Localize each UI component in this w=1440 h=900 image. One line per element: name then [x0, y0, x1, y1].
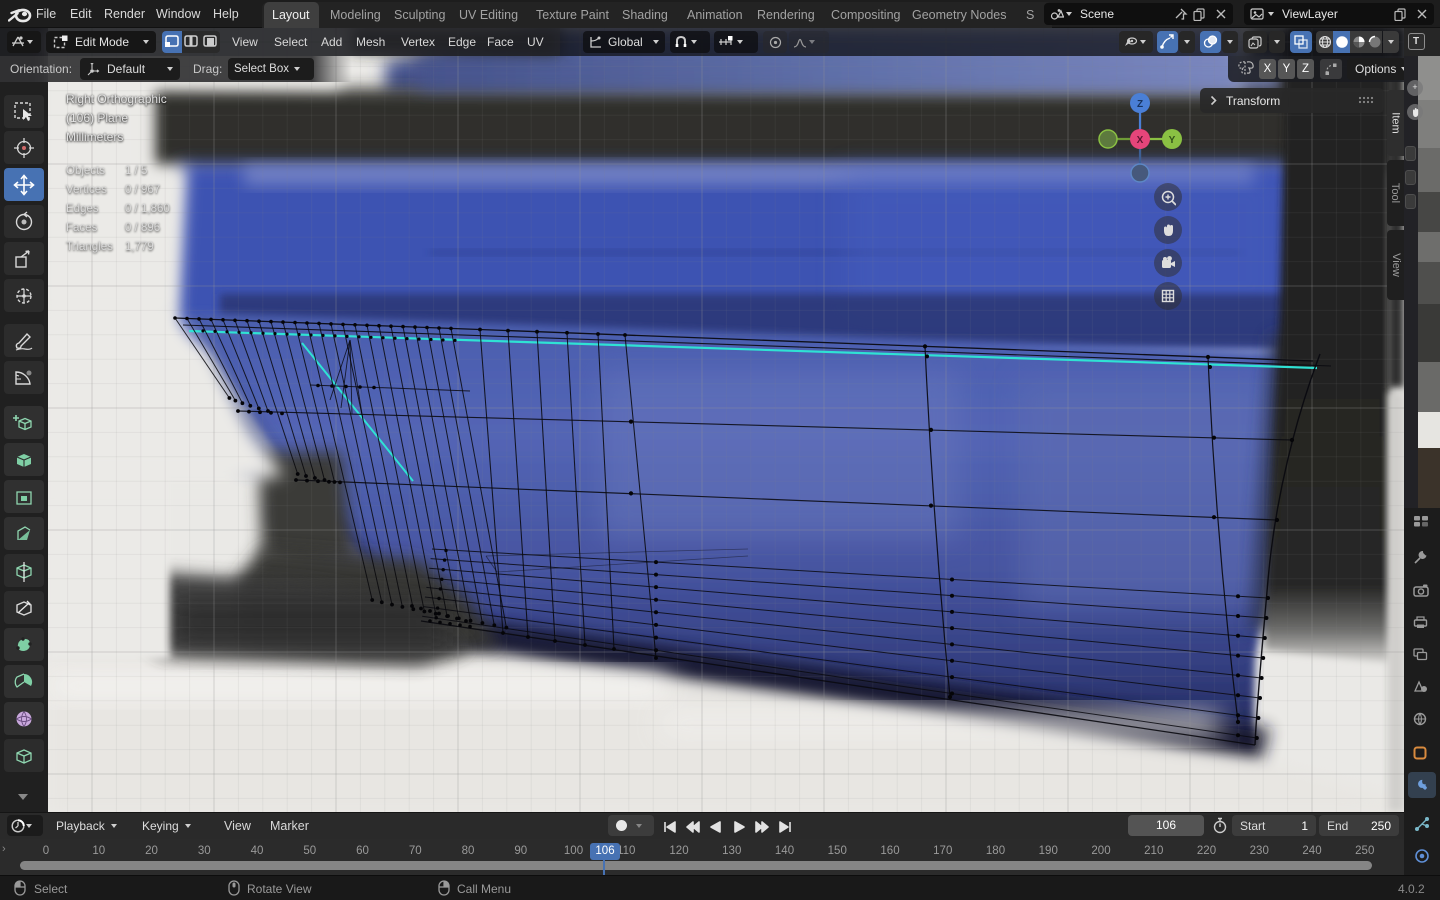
- svg-text:Z: Z: [1137, 99, 1143, 110]
- svg-text:Y: Y: [1169, 135, 1176, 146]
- svg-text:X: X: [1137, 135, 1144, 146]
